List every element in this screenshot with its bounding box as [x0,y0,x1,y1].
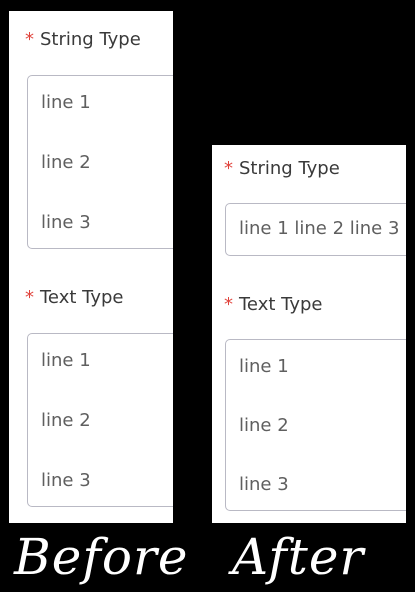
textarea-line: line 3 [239,474,289,495]
before-panel: * String Type line 1 line 2 line 3 * Text … [9,11,173,523]
text-type-label: * Text Type [224,294,322,315]
textarea-line: line 2 [41,152,91,173]
text-type-label-text: Text Type [239,294,323,315]
required-asterisk: * [224,294,233,315]
textarea-line: line 2 [41,410,91,431]
text-type-textarea[interactable]: line 1 line 2 line 3 [225,339,406,511]
after-panel: * String Type line 1 line 2 line 3 * Text … [212,145,406,523]
required-asterisk: * [25,29,34,50]
textarea-line: line 1 [41,350,91,371]
string-type-label-text: String Type [40,29,141,50]
string-type-textarea[interactable]: line 1 line 2 line 3 [27,75,173,249]
textarea-line: line 3 [41,470,91,491]
text-type-label-text: Text Type [40,287,124,308]
string-type-input[interactable]: line 1 line 2 line 3 [225,203,406,256]
required-asterisk: * [224,158,233,179]
text-type-textarea[interactable]: line 1 line 2 line 3 [27,333,173,507]
textarea-line: line 1 [41,92,91,113]
required-asterisk: * [25,287,34,308]
textarea-line: line 2 [239,415,289,436]
string-type-label: * String Type [224,158,340,179]
text-type-label: * Text Type [25,287,123,308]
textarea-line: line 1 [239,356,289,377]
textarea-line: line 3 [41,212,91,233]
string-type-label-text: String Type [239,158,340,179]
input-value: line 1 line 2 line 3 [239,218,400,239]
before-caption: Before [14,528,189,586]
after-caption: After [232,528,365,586]
string-type-label: * String Type [25,29,141,50]
